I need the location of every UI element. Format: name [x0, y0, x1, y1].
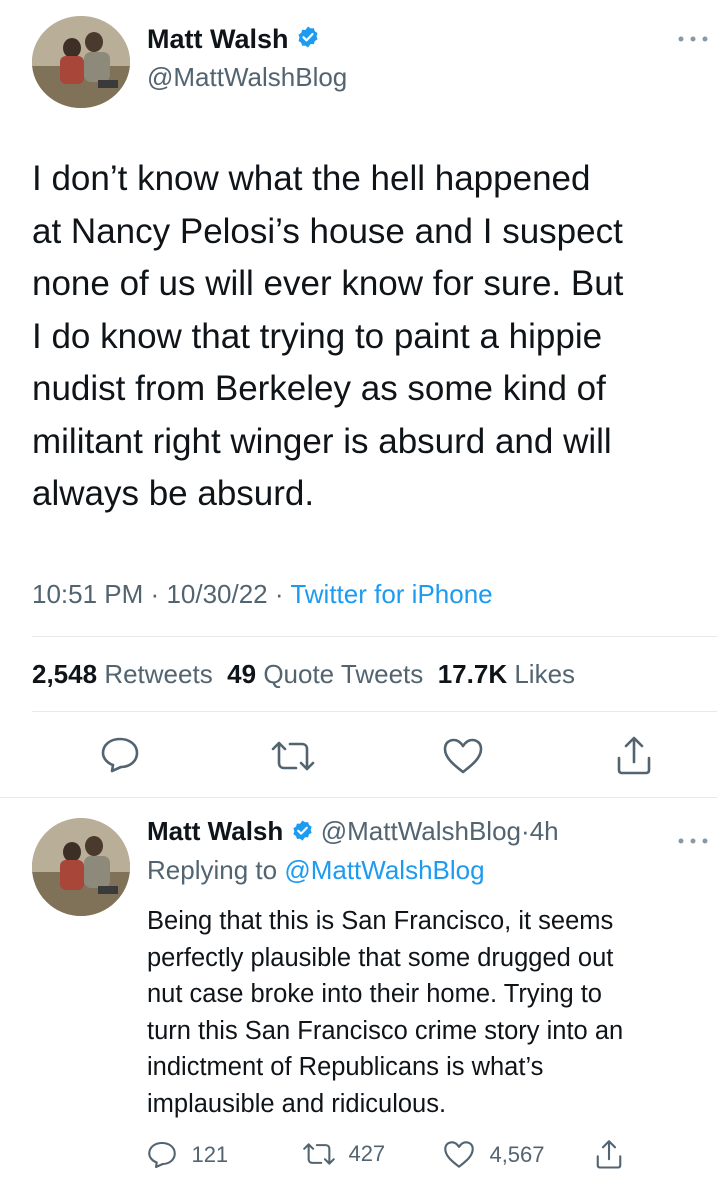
tweet-time: 10:51 PM	[32, 579, 144, 609]
divider	[32, 711, 717, 712]
reply-header: Matt Walsh @MattWalshBlog·4h	[147, 816, 559, 849]
reply-count: 121	[191, 1142, 229, 1167]
share-icon[interactable]	[614, 734, 654, 776]
author-name-text: Matt Walsh	[147, 24, 289, 54]
reply-icon	[147, 1140, 177, 1170]
likes-count: 17.7K	[437, 659, 508, 689]
like-icon[interactable]	[442, 737, 484, 775]
avatar-photo-icon	[32, 818, 130, 916]
tweet-text-line: I do know that trying to paint a hippie	[32, 316, 603, 356]
share-icon[interactable]	[594, 1138, 624, 1170]
reply-icon[interactable]	[100, 736, 140, 774]
like-count: 4,567	[489, 1141, 545, 1167]
tweet-date[interactable]: 10/30/22	[166, 579, 267, 609]
quote-tweets-stat[interactable]: 49 Quote Tweets	[227, 659, 423, 689]
reply-more-dots-icon[interactable]	[676, 826, 710, 852]
meta-separator: ·	[521, 816, 530, 846]
reply-author-avatar[interactable]	[32, 818, 130, 916]
reply-text-line: nut case broke into their home. Trying t…	[147, 980, 602, 1008]
reply-text: Being that this is San Francisco, it see…	[147, 903, 623, 1122]
tweet-meta: 10:51 PM · 10/30/22 · Twitter for iPhone	[32, 579, 493, 610]
avatar-photo-icon	[32, 16, 130, 108]
replying-to: Replying to @MattWalshBlog	[147, 855, 485, 886]
reply-text-line: implausible and ridiculous.	[147, 1089, 447, 1118]
retweet-count: 427	[348, 1141, 386, 1166]
retweets-count: 2,548	[32, 659, 98, 689]
reply-reply-action[interactable]: 121	[147, 1140, 228, 1170]
likes-label: Likes	[514, 659, 576, 689]
verified-badge-icon	[291, 818, 314, 849]
retweets-stat[interactable]: 2,548 Retweets	[32, 659, 213, 689]
like-icon	[443, 1140, 475, 1169]
tweet-text-line: at Nancy Pelosi’s house and I suspect	[32, 211, 623, 251]
reply-like-action[interactable]: 4,567	[443, 1140, 545, 1169]
tweet-text-line: always be absurd.	[32, 474, 315, 513]
author-avatar[interactable]	[32, 16, 130, 108]
meta-separator: ·	[274, 579, 284, 609]
replying-to-handle[interactable]: @MattWalshBlog	[284, 855, 484, 885]
reply-text-line: indictment of Republicans is what’s	[147, 1053, 544, 1081]
likes-stat[interactable]: 17.7K Likes	[438, 659, 575, 689]
reply-age[interactable]: 4h	[530, 816, 559, 846]
quote-tweets-label: Quote Tweets	[263, 659, 424, 689]
author-handle[interactable]: @MattWalshBlog	[147, 62, 347, 93]
tweet-text-line: nudist from Berkeley as some kind of	[32, 369, 606, 408]
reply-retweet-action[interactable]: 427	[302, 1140, 385, 1168]
retweets-label: Retweets	[104, 659, 213, 689]
divider	[32, 636, 717, 637]
divider	[0, 797, 717, 798]
more-dots-icon[interactable]	[676, 24, 710, 50]
reply-text-line: perfectly plausible that some drugged ou…	[147, 943, 614, 972]
retweet-icon	[302, 1140, 336, 1168]
tweet-text-line: none of us will ever know for sure. But	[32, 264, 624, 303]
tweet-text-line: I don’t know what the hell happened	[32, 159, 591, 198]
quote-tweets-count: 49	[227, 659, 257, 689]
tweet-text: I don’t know what the hell happened at N…	[32, 153, 623, 521]
replying-to-label: Replying to	[147, 855, 278, 885]
reply-text-line: turn this San Francisco crime story into…	[147, 1016, 624, 1045]
tweet-stats: 2,548 Retweets 49 Quote Tweets 17.7K Lik…	[32, 659, 575, 690]
reply-author-name[interactable]: Matt Walsh	[147, 816, 283, 846]
tweet-text-line: militant right winger is absurd and will	[32, 421, 612, 461]
reply-text-line: Being that this is San Francisco, it see…	[147, 907, 614, 935]
reply-author-handle[interactable]: @MattWalshBlog	[321, 816, 521, 846]
author-name[interactable]: Matt Walsh	[147, 24, 320, 56]
retweet-icon[interactable]	[270, 738, 316, 774]
tweet-source-link[interactable]: Twitter for iPhone	[290, 579, 492, 609]
meta-separator: ·	[150, 579, 160, 609]
verified-badge-icon	[296, 25, 320, 56]
